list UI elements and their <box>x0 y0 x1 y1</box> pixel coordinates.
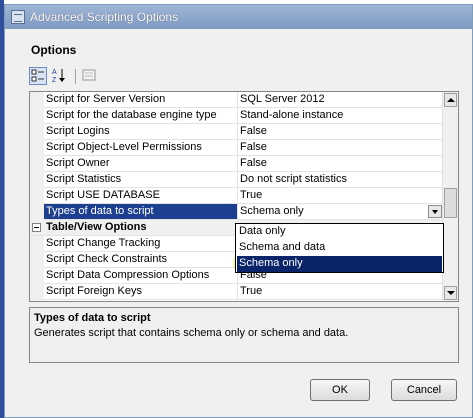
property-name: Script Foreign Keys <box>46 285 142 297</box>
property-row[interactable]: Script USE DATABASE True <box>44 188 444 204</box>
property-name: Script Change Tracking <box>46 237 161 249</box>
property-row-selected[interactable]: Types of data to script Schema only <box>44 204 444 220</box>
property-name: Script Statistics <box>46 173 122 185</box>
property-value[interactable]: True <box>240 189 442 201</box>
property-name: Script Data Compression Options <box>46 269 210 281</box>
property-value[interactable]: SQL Server 2012 <box>240 93 442 105</box>
categorized-button[interactable] <box>29 67 47 85</box>
toolbar-separator <box>75 69 76 84</box>
description-text: Generates script that contains schema on… <box>34 327 349 339</box>
property-value[interactable]: False <box>240 125 442 137</box>
property-name: Script Check Constraints <box>46 253 168 265</box>
title-bar[interactable]: Advanced Scripting Options <box>5 5 472 29</box>
dropdown-option-schema-only[interactable]: Schema only <box>237 256 442 272</box>
vertical-scrollbar[interactable] <box>442 92 458 301</box>
property-value[interactable]: Stand-alone instance <box>240 109 442 121</box>
dropdown-option-data-only[interactable]: Data only <box>237 224 442 240</box>
column-divider <box>237 124 238 139</box>
property-row[interactable]: Script for the database engine type Stan… <box>44 108 444 124</box>
svg-text:A: A <box>52 69 57 76</box>
property-row[interactable]: Script Owner False <box>44 156 444 172</box>
property-row[interactable]: Script Statistics Do not script statisti… <box>44 172 444 188</box>
property-row[interactable]: Script for Server Version SQL Server 201… <box>44 92 444 108</box>
dialog-icon <box>11 10 25 24</box>
scroll-up-icon[interactable] <box>444 93 457 107</box>
property-name: Script for the database engine type <box>46 109 217 121</box>
column-divider <box>237 172 238 187</box>
ok-button[interactable]: OK <box>310 379 370 401</box>
dropdown-option-schema-and-data[interactable]: Schema and data <box>237 240 442 256</box>
description-title: Types of data to script <box>34 312 151 324</box>
section-title: Options <box>31 43 77 57</box>
scrollbar-thumb[interactable] <box>444 188 457 218</box>
property-value-combo[interactable]: Schema only <box>240 205 442 217</box>
column-divider <box>237 204 238 219</box>
property-value[interactable]: True <box>240 285 442 297</box>
category-name: Table/View Options <box>46 221 147 233</box>
scroll-down-icon[interactable] <box>444 286 457 300</box>
property-description-panel: Types of data to script Generates script… <box>29 307 459 363</box>
dialog-title: Advanced Scripting Options <box>30 10 179 24</box>
column-divider <box>237 140 238 155</box>
property-name: Script Object-Level Permissions <box>46 141 202 153</box>
property-row[interactable]: Script Foreign Keys True <box>44 284 444 300</box>
property-name: Types of data to script <box>46 205 154 217</box>
alphabetical-button[interactable]: A Z <box>51 67 69 85</box>
grid-gutter <box>30 92 44 301</box>
combo-dropdown-button[interactable] <box>428 205 442 218</box>
column-divider <box>237 188 238 203</box>
types-of-data-dropdown-list[interactable]: Data only Schema and data Schema only <box>235 223 444 273</box>
cancel-button[interactable]: Cancel <box>391 379 457 401</box>
property-value[interactable]: Do not script statistics <box>240 173 442 185</box>
column-divider <box>237 108 238 123</box>
property-row[interactable]: Script Logins False <box>44 124 444 140</box>
column-divider <box>237 92 238 107</box>
svg-text:Z: Z <box>52 77 57 83</box>
property-pages-button[interactable] <box>81 67 99 85</box>
property-name: Script USE DATABASE <box>46 189 160 201</box>
property-pages-icon <box>82 69 96 81</box>
property-row[interactable]: Script Object-Level Permissions False <box>44 140 444 156</box>
alphabetical-sort-icon: A Z <box>52 69 65 84</box>
collapse-icon[interactable] <box>32 223 41 232</box>
categorized-icon <box>31 69 44 82</box>
property-value[interactable]: False <box>240 157 442 169</box>
property-name: Script for Server Version <box>46 93 166 105</box>
property-name: Script Logins <box>46 125 110 137</box>
column-divider <box>237 284 238 299</box>
column-divider <box>237 156 238 171</box>
property-value[interactable]: False <box>240 141 442 153</box>
property-name: Script Owner <box>46 157 110 169</box>
advanced-scripting-options-dialog: Advanced Scripting Options Options A Z S… <box>4 4 473 418</box>
